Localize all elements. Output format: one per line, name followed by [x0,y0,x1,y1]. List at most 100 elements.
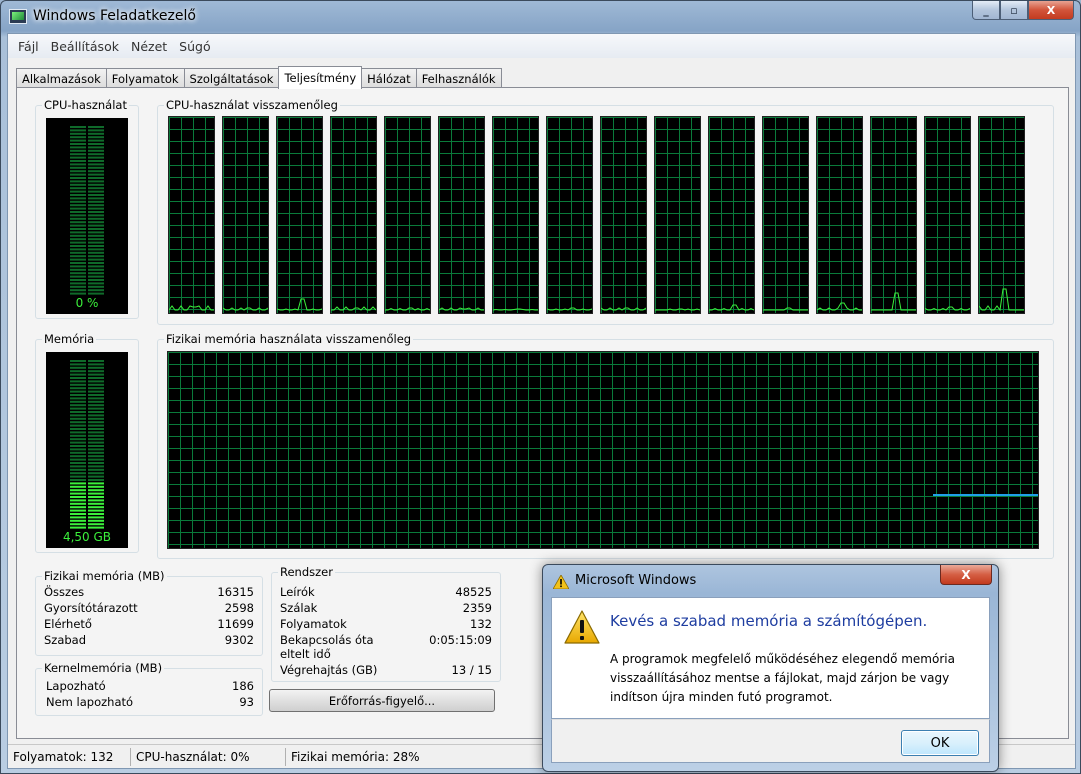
title-bar[interactable]: Windows Feladatkezelő _ ▫ X [1,1,1080,33]
cpu-core-line [655,308,700,311]
task-manager-icon [9,9,27,24]
menu-help[interactable]: Súgó [173,39,216,54]
stat-name: Leírók [280,585,315,599]
gauge-segment [88,204,104,207]
gauge-segment [70,204,86,207]
gauge-segment [88,221,104,224]
stat-name: Lapozható [46,679,106,693]
tab-users[interactable]: Felhasználók [415,68,502,88]
gauge-segment [70,234,86,237]
stat-row: Elérhető 11699 [44,617,254,633]
cpu-core-graph [708,116,755,314]
gauge-segment [70,506,86,509]
resource-monitor-button[interactable]: Erőforrás-figyelő... [269,689,495,712]
tab-networking[interactable]: Hálózat [361,68,417,88]
tab-performance[interactable]: Teljesítmény [278,66,363,89]
gauge-segment [70,194,86,196]
gauge-segment [88,262,104,264]
gauge-segment [88,166,104,169]
gauge-segment [70,153,86,156]
gauge-segment [88,268,104,271]
stat-name: Elérhető [44,617,92,631]
cpu-core-line [871,292,916,311]
gauge-segment [70,482,86,485]
cpu-core-line [979,288,1024,312]
cpu-core-line [331,306,376,311]
minimize-button[interactable]: _ [972,1,1000,20]
gauge-segment [70,390,86,393]
stat-value: 48525 [455,585,492,599]
stat-row: Lapozható 186 [46,679,254,695]
gauge-segment [88,194,104,196]
gauge-segment [70,262,86,264]
ok-button[interactable]: OK [901,730,979,756]
gauge-segment [70,404,86,407]
cpu-core-graph [330,116,377,314]
gauge-segment [88,245,104,247]
cpu-core-line [493,308,538,311]
gauge-segment [70,197,86,200]
gauge-segment [88,377,104,379]
memory-value: 4,50 GB [62,530,112,544]
gauge-segment [88,363,104,366]
gauge-segment [70,462,86,464]
gauge-segment [88,496,104,498]
gauge-segment [70,207,86,210]
restore-button[interactable]: ▫ [1000,1,1028,20]
cpu-core-graph [924,116,971,314]
gauge-segment [70,458,86,461]
window-title: Windows Feladatkezelő [33,8,196,24]
gauge-segment [70,489,86,492]
cpu-core-line [439,307,484,311]
gauge-segment [70,523,86,526]
tab-applications[interactable]: Alkalmazások [16,68,107,88]
cpu-core-line [925,306,970,311]
gauge-segment [88,258,104,261]
gauge-segment [70,363,86,366]
tab-services[interactable]: Szolgáltatások [183,68,280,88]
tab-processes[interactable]: Folyamatok [105,68,185,88]
stat-row: Összes 16315 [44,585,254,601]
stat-value: 186 [232,679,254,693]
gauge-segment [70,255,86,258]
gauge-segment [88,373,104,376]
cpu-core-graph [222,116,269,314]
gauge-segment [88,187,104,190]
gauge-segment [88,492,104,495]
gauge-segment [70,231,86,234]
gauge-segment [70,377,86,379]
menu-view[interactable]: Nézet [125,39,173,54]
cpu-core-line [223,307,268,311]
cpu-core-line [601,307,646,311]
stat-name: Szálak [280,601,318,615]
gauge-segment [88,248,104,251]
gauge-segment [88,407,104,410]
stat-name: Összes [44,585,85,599]
gauge-segment [88,458,104,461]
gauge-segment [88,380,104,383]
gauge-segment [88,370,104,373]
gauge-segment [88,475,104,478]
cpu-core-graph [600,116,647,314]
dialog-close-button[interactable]: X [940,565,992,585]
system-group: Rendszer Leírók 48525 Szálak 2359 Folyamat… [271,565,501,682]
gauge-segment [88,265,104,268]
menu-options[interactable]: Beállítások [45,39,125,54]
gauge-segment [88,516,104,519]
gauge-segment [88,156,104,159]
gauge-segment [70,245,86,247]
gauge-segment [70,441,86,444]
memory-history-line [933,494,1038,496]
cpu-core-graph [438,116,485,314]
menu-file[interactable]: Fájl [12,39,45,54]
gauge-segment [88,414,104,417]
close-button[interactable]: X [1028,1,1074,20]
cpu-core-line [763,307,808,311]
gauge-segment [88,146,104,149]
cpu-core-graph [978,116,1025,314]
gauge-segment [88,417,104,420]
gauge-segment [70,448,86,451]
gauge-segment [88,279,104,281]
gauge-segment [88,479,104,481]
gauge-segment [70,146,86,149]
